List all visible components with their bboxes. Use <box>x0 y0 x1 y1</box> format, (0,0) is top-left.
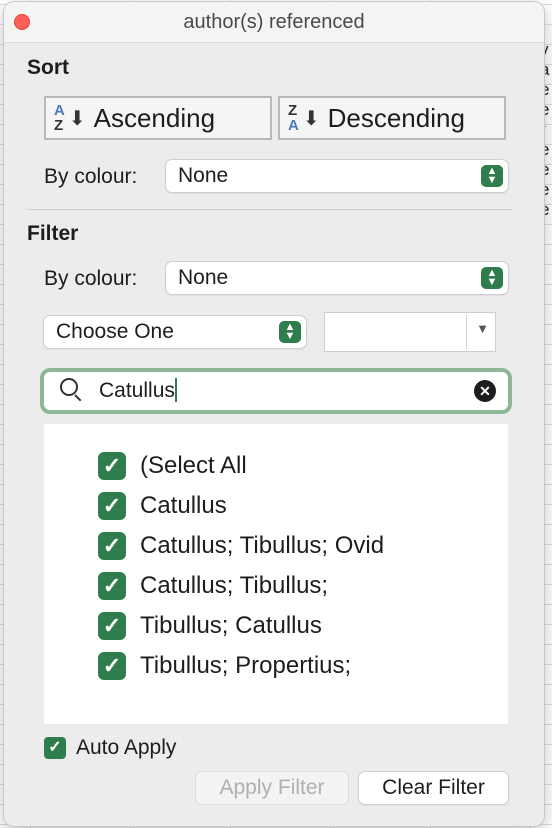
checkbox-checked-icon[interactable]: ✓ <box>98 492 126 520</box>
arrow-down-icon: ⬇ <box>302 107 320 130</box>
clear-filter-button[interactable]: Clear Filter <box>359 772 508 804</box>
sort-descending-label: Descending <box>327 102 465 133</box>
sort-az-icon: AZ <box>54 102 65 134</box>
filter-value-combobox[interactable]: ▼ <box>324 312 496 352</box>
checkbox-checked-icon[interactable]: ✓ <box>98 572 126 600</box>
sort-ascending-label: Ascending <box>93 102 216 133</box>
filter-popover: author(s) referenced Sort AZ ⬇ Ascending… <box>4 2 544 826</box>
list-item[interactable]: ✓ Catullus <box>98 491 227 521</box>
clear-search-icon[interactable]: ✕ <box>474 380 496 402</box>
list-item-label: Catullus; Tibullus; Ovid <box>140 532 385 559</box>
dropdown-arrow-icon[interactable]: ▼ <box>476 321 489 336</box>
sort-ascending-button[interactable]: AZ ⬇ Ascending <box>44 96 272 140</box>
stepper-icon: ▲ ▼ <box>481 267 503 289</box>
checkbox-checked-icon[interactable]: ✓ <box>98 452 126 480</box>
list-item-label: Tibullus; Propertius; <box>140 652 352 679</box>
filter-heading: Filter <box>27 222 79 245</box>
window-title: author(s) referenced <box>183 11 365 33</box>
arrow-down-icon: ⬇ <box>68 107 86 130</box>
filter-by-colour-value: None <box>178 266 229 289</box>
sort-za-icon: ZA <box>288 102 299 134</box>
apply-filter-button[interactable]: Apply Filter <box>196 772 348 804</box>
list-item-label: Catullus <box>140 492 227 519</box>
filter-values-list[interactable]: ✓ (Select All ✓ Catullus ✓ Catullus; Tib… <box>44 424 508 724</box>
section-divider <box>27 209 512 210</box>
filter-condition-select[interactable]: Choose One ▲ ▼ <box>44 316 306 348</box>
filter-condition-value: Choose One <box>56 320 174 343</box>
stepper-icon: ▲ ▼ <box>279 321 301 343</box>
list-item[interactable]: ✓ Catullus; Tibullus; Ovid <box>98 531 384 561</box>
checkbox-checked-icon[interactable]: ✓ <box>98 652 126 680</box>
search-icon <box>60 378 78 396</box>
sort-by-colour-label: By colour: <box>44 165 138 188</box>
checkbox-checked-icon[interactable]: ✓ <box>98 612 126 640</box>
list-item[interactable]: ✓ Tibullus; Catullus <box>98 611 322 641</box>
search-field[interactable]: Catullus ✕ <box>40 368 512 414</box>
text-caret <box>174 378 177 402</box>
list-item[interactable]: ✓ (Select All <box>98 451 247 481</box>
sort-descending-button[interactable]: ZA ⬇ Descending <box>278 96 506 140</box>
checkbox-checked-icon[interactable]: ✓ <box>44 737 66 759</box>
title-bar: author(s) referenced <box>4 2 544 43</box>
combobox-divider <box>466 315 467 349</box>
list-item[interactable]: ✓ Tibullus; Propertius; <box>98 651 351 681</box>
auto-apply-label: Auto Apply <box>76 736 177 759</box>
checkbox-checked-icon[interactable]: ✓ <box>98 532 126 560</box>
stepper-icon: ▲ ▼ <box>481 165 503 187</box>
list-item[interactable]: ✓ Catullus; Tibullus; <box>98 571 328 601</box>
filter-by-colour-select[interactable]: None ▲ ▼ <box>166 262 508 294</box>
sort-by-colour-select[interactable]: None ▲ ▼ <box>166 160 508 192</box>
filter-by-colour-label: By colour: <box>44 267 138 290</box>
list-item-label: (Select All <box>140 452 247 479</box>
sort-by-colour-value: None <box>178 164 229 187</box>
list-item-label: Catullus; Tibullus; <box>140 572 329 599</box>
list-item-label: Tibullus; Catullus <box>140 612 322 639</box>
search-value: Catullus <box>99 379 175 402</box>
sort-heading: Sort <box>27 56 69 79</box>
search-input[interactable]: Catullus <box>99 378 177 403</box>
auto-apply-checkbox[interactable]: ✓ Auto Apply <box>44 736 176 760</box>
